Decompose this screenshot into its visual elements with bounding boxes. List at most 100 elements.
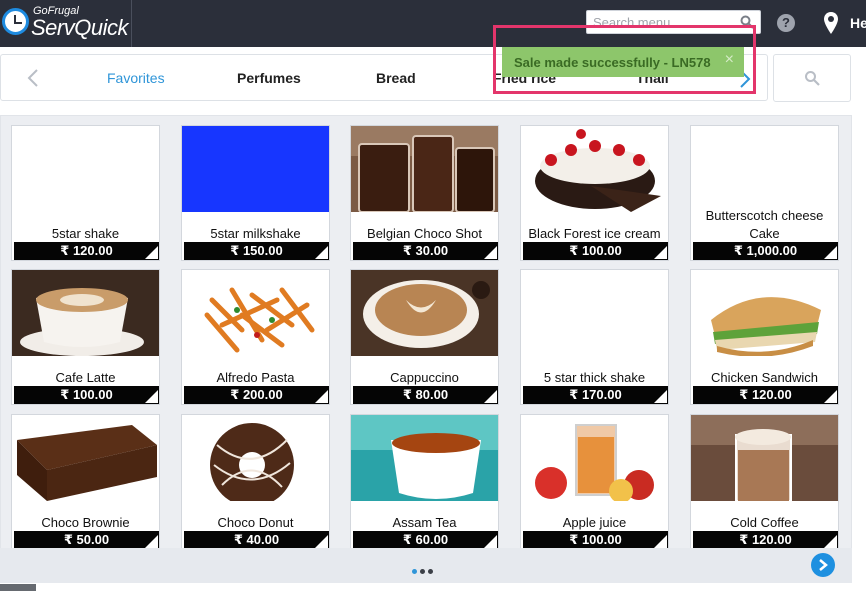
help-icon[interactable]: ?	[777, 14, 795, 32]
product-price-text: ₹ 80.00	[402, 387, 449, 402]
product-name: Belgian Choco Shot	[367, 226, 482, 241]
tab-bread[interactable]: Bread	[376, 70, 416, 86]
corner-triangle-icon	[145, 535, 158, 548]
product-price: ₹ 170.00	[523, 386, 668, 404]
product-price-text: ₹ 120.00	[739, 532, 792, 547]
product-image	[521, 270, 668, 356]
product-card[interactable]: Choco Brownie ₹ 50.00	[11, 414, 160, 550]
product-price-text: ₹ 170.00	[569, 387, 622, 402]
scroll-handle[interactable]	[0, 584, 36, 591]
corner-triangle-icon	[654, 246, 667, 259]
product-card[interactable]: Butterscotch cheese Cake ₹ 1,000.00	[690, 125, 839, 261]
product-card[interactable]: Cafe Latte ₹ 100.00	[11, 269, 160, 405]
product-name: Butterscotch cheese Cake	[705, 208, 824, 241]
product-name: Chicken Sandwich	[711, 370, 818, 385]
corner-triangle-icon	[315, 535, 328, 548]
product-price: ₹ 200.00	[184, 386, 329, 404]
product-name: Cafe Latte	[55, 370, 116, 385]
product-price-text: ₹ 120.00	[60, 243, 113, 258]
product-image	[351, 270, 498, 356]
product-card[interactable]: Chicken Sandwich ₹ 120.00	[690, 269, 839, 405]
product-name: Alfredo Pasta	[216, 370, 295, 385]
tab-favorites[interactable]: Favorites	[107, 70, 165, 86]
product-card[interactable]: Choco Donut ₹ 40.00	[181, 414, 330, 550]
product-image	[182, 415, 329, 501]
corner-triangle-icon	[824, 246, 837, 259]
product-image	[182, 126, 329, 212]
highlight-frame	[493, 25, 756, 94]
product-name: Apple juice	[562, 515, 627, 530]
corner-triangle-icon	[824, 390, 837, 403]
product-price: ₹ 30.00	[353, 242, 498, 260]
product-price: ₹ 100.00	[14, 386, 159, 404]
clock-logo-icon	[2, 8, 29, 35]
location-pin-icon[interactable]	[823, 12, 839, 34]
product-image	[691, 270, 838, 356]
product-card[interactable]: Black Forest ice cream ₹ 100.00	[520, 125, 669, 261]
corner-triangle-icon	[484, 390, 497, 403]
page-dot[interactable]	[428, 569, 433, 574]
product-name: 5 star thick shake	[543, 370, 646, 385]
product-card[interactable]: 5 star thick shake ₹ 170.00	[520, 269, 669, 405]
product-image	[521, 126, 668, 212]
product-image	[12, 126, 159, 212]
corner-triangle-icon	[654, 535, 667, 548]
product-price: ₹ 40.00	[184, 531, 329, 549]
product-price-text: ₹ 1,000.00	[733, 243, 798, 258]
product-price-text: ₹ 30.00	[402, 243, 449, 258]
product-price: ₹ 100.00	[523, 531, 668, 549]
outlet-label[interactable]: He	[850, 15, 866, 31]
category-search-button[interactable]	[773, 54, 851, 102]
product-price: ₹ 80.00	[353, 386, 498, 404]
page-dot[interactable]	[412, 569, 417, 574]
product-price-text: ₹ 120.00	[739, 387, 792, 402]
product-image	[12, 415, 159, 501]
product-name: Choco Donut	[217, 515, 294, 530]
page-indicator	[412, 561, 436, 579]
product-name: 5star shake	[51, 226, 120, 241]
product-price: ₹ 100.00	[523, 242, 668, 260]
product-price: ₹ 120.00	[693, 531, 838, 549]
product-price-text: ₹ 150.00	[230, 243, 283, 258]
product-price-text: ₹ 60.00	[402, 532, 449, 547]
product-card[interactable]: Cappuccino ₹ 80.00	[350, 269, 499, 405]
product-name: 5star milkshake	[210, 226, 301, 241]
corner-triangle-icon	[654, 390, 667, 403]
product-card[interactable]: 5star shake ₹ 120.00	[11, 125, 160, 261]
product-name: Assam Tea	[392, 515, 457, 530]
product-price: ₹ 120.00	[693, 386, 838, 404]
product-card[interactable]: Assam Tea ₹ 60.00	[350, 414, 499, 550]
product-card[interactable]: 5star milkshake ₹ 150.00	[181, 125, 330, 261]
product-image	[351, 415, 498, 501]
product-price: ₹ 150.00	[184, 242, 329, 260]
product-price-text: ₹ 200.00	[230, 387, 283, 402]
page-dot[interactable]	[420, 569, 425, 574]
product-name: Choco Brownie	[41, 515, 130, 530]
product-image	[182, 270, 329, 356]
product-name: Cold Coffee	[730, 515, 799, 530]
product-name: Cappuccino	[390, 370, 459, 385]
corner-triangle-icon	[824, 535, 837, 548]
product-price: ₹ 120.00	[14, 242, 159, 260]
chevron-right-icon	[819, 559, 828, 571]
next-page-button[interactable]	[811, 553, 835, 577]
app-logo[interactable]: GoFrugal ServQuick	[0, 0, 132, 47]
corner-triangle-icon	[315, 246, 328, 259]
corner-triangle-icon	[145, 246, 158, 259]
product-card[interactable]: Belgian Choco Shot ₹ 30.00	[350, 125, 499, 261]
chevron-left-icon[interactable]	[23, 67, 45, 89]
product-image	[351, 126, 498, 212]
corner-triangle-icon	[484, 246, 497, 259]
corner-triangle-icon	[484, 535, 497, 548]
product-card[interactable]: Apple juice ₹ 100.00	[520, 414, 669, 550]
product-card[interactable]: Alfredo Pasta ₹ 200.00	[181, 269, 330, 405]
product-price-text: ₹ 50.00	[63, 532, 110, 547]
product-price: ₹ 60.00	[353, 531, 498, 549]
product-image	[691, 126, 838, 212]
product-card[interactable]: Cold Coffee ₹ 120.00	[690, 414, 839, 550]
product-image	[12, 270, 159, 356]
product-image	[691, 415, 838, 501]
corner-triangle-icon	[145, 390, 158, 403]
search-icon	[805, 71, 820, 86]
tab-perfumes[interactable]: Perfumes	[237, 70, 301, 86]
